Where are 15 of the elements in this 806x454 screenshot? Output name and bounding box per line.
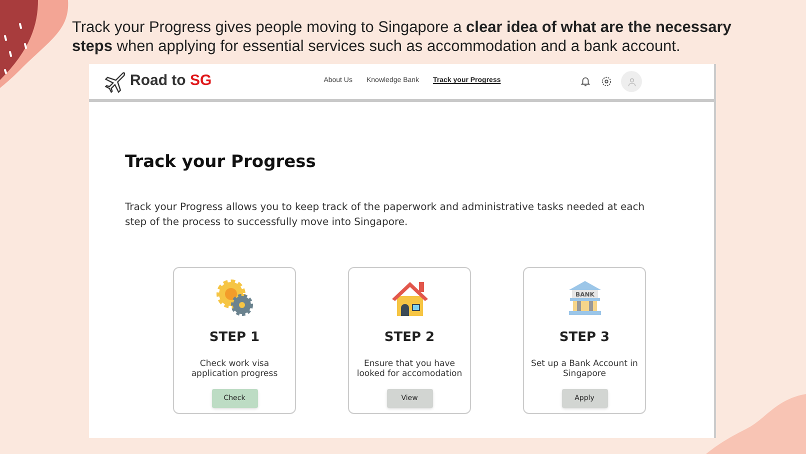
step-title: STEP 3 — [559, 328, 610, 346]
step-title: STEP 2 — [384, 328, 435, 346]
step-text: Set up a Bank Account in Singapore — [530, 359, 639, 379]
airplane-icon — [103, 70, 125, 92]
step-title: STEP 1 — [209, 328, 260, 346]
step-text: Ensure that you have looked for accomodation — [356, 359, 464, 379]
step-text: Check work visa application progress — [190, 359, 279, 379]
gears-icon — [214, 278, 254, 318]
settings-icon[interactable] — [601, 76, 612, 87]
bell-icon[interactable] — [580, 76, 591, 87]
user-icon — [626, 76, 636, 86]
page-title: Track your Progress — [125, 151, 317, 174]
logo-text[interactable]: Road to SG — [130, 70, 212, 93]
description-text: Track your Progress allows you to keep track of the paperwork and administrative tasks needed at each step of the process to successfully move into Singapore. — [125, 200, 646, 230]
caption-text: Track your Progress gives people moving to Singapore a clear idea of what are the necessary steps when applying for essential services such as accommodation and a bank account. — [72, 18, 732, 56]
